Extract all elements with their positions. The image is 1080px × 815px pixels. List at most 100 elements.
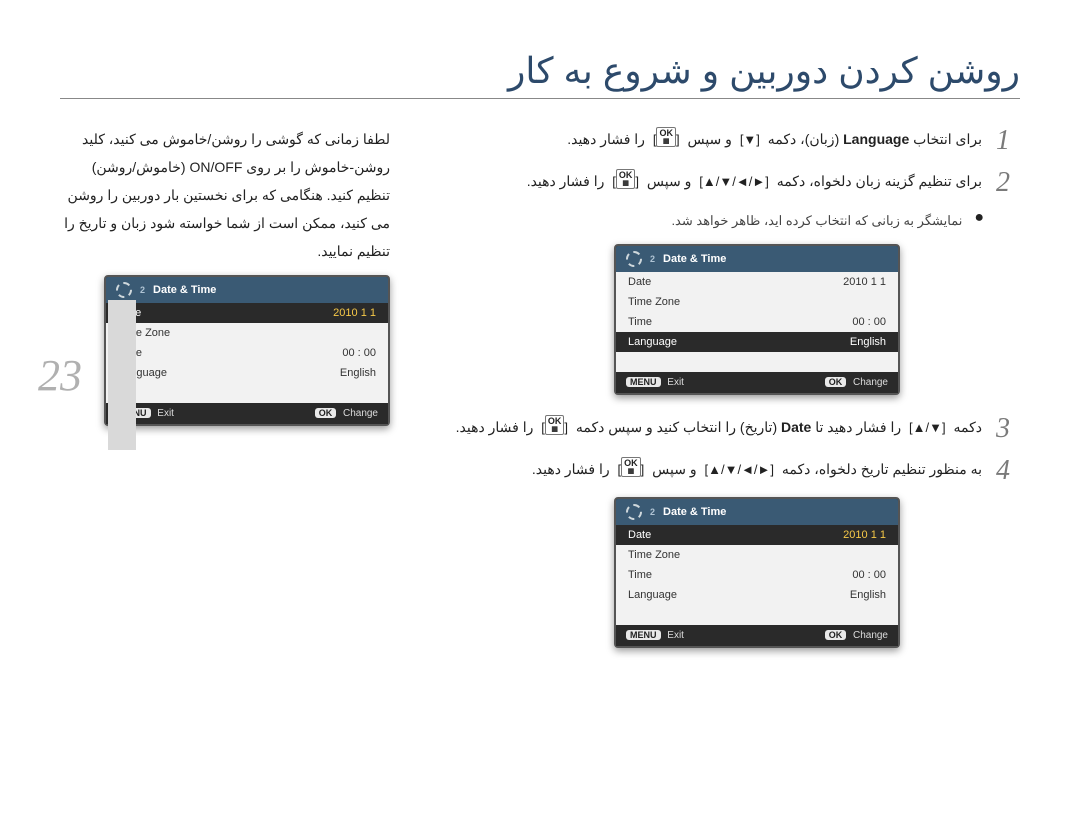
menu-row-date: Date 2010 1 1 — [616, 525, 898, 545]
step-1: 1 برای انتخاب Language (زبان)، دکمه [▼] … — [430, 125, 1020, 157]
title-rule — [60, 98, 1020, 99]
step-2-bullet: ● نمایشگر به زبانی که انتخاب کرده اید، ظ… — [430, 209, 984, 234]
menu-row-date: Date 2010 1 1 — [616, 272, 898, 292]
step-text: را فشار دهید تا — [811, 419, 901, 435]
ok-key-icon: OK▦ — [545, 415, 565, 435]
menu-value: 00 : 00 — [342, 347, 376, 359]
change-label: Change — [343, 408, 378, 419]
gear-icon — [116, 282, 132, 298]
nav-keys: [▲/▼/◄/►] — [701, 457, 779, 483]
step-text: برای تنظیم گزینه زبان دلخواه، دکمه — [773, 173, 982, 189]
step-text: (تاریخ) را انتخاب کنید و سپس دکمه — [572, 419, 777, 435]
step-text: و سپس — [648, 461, 696, 477]
step-text: (زبان)، دکمه — [764, 131, 839, 147]
gear-icon — [626, 251, 642, 267]
exit-label: Exit — [667, 377, 684, 388]
menu-label: Time Zone — [628, 549, 680, 561]
menu-value: English — [850, 589, 886, 601]
menu-row-date: Date 2010 1 1 — [106, 303, 388, 323]
bullet-dot-icon: ● — [974, 209, 984, 234]
camera-menu-footer: MENU Exit OK Change — [616, 372, 898, 393]
ok-pill: OK — [825, 630, 847, 640]
menu-row-timezone: Time Zone — [106, 323, 388, 343]
menu-row-time: Time 00 : 00 — [106, 343, 388, 363]
updown-key: [▲/▼] — [905, 415, 950, 441]
menu-pill: MENU — [626, 630, 661, 640]
menu-row-blank — [616, 352, 898, 372]
menu-row-blank — [106, 383, 388, 403]
language-word: Language — [843, 131, 909, 147]
camera-menu-1: 2 Date & Time Date 2010 1 1 Time Zone Ti… — [104, 275, 390, 426]
ok-pill: OK — [315, 408, 337, 418]
down-key: [▼] — [736, 127, 764, 153]
menu-row-language: Language English — [106, 363, 388, 383]
camera-menu-header: 2 Date & Time — [616, 246, 898, 272]
menu-label: Time — [628, 569, 652, 581]
menu-label: Time Zone — [628, 296, 680, 308]
menu-value: 2010 1 1 — [843, 529, 886, 541]
menu-pill: MENU — [626, 377, 661, 387]
step-text: و سپس — [643, 173, 691, 189]
menu-value: 2010 1 1 — [843, 276, 886, 288]
step-text: را فشار دهید. — [527, 173, 605, 189]
exit-label: Exit — [157, 408, 174, 419]
step-text: به منظور تنظیم تاریخ دلخواه، دکمه — [778, 461, 982, 477]
exit-label: Exit — [667, 630, 684, 641]
step-3: 3 دکمه [▲/▼] را فشار دهید تا Date (تاریخ… — [430, 413, 1020, 445]
menu-label: Language — [628, 336, 677, 348]
menu-label: Time — [628, 316, 652, 328]
menu-value: English — [850, 336, 886, 348]
menu-value: 00 : 00 — [852, 569, 886, 581]
menu-label: Date — [628, 529, 651, 541]
camera-menu-title: Date & Time — [153, 284, 216, 296]
menu-row-time: Time 00 : 00 — [616, 565, 898, 585]
change-label: Change — [853, 377, 888, 388]
page-title: روشن کردن دوربین و شروع به کار — [60, 50, 1020, 98]
camera-menu-2: 2 Date & Time Date 2010 1 1 Time Zone Ti… — [614, 244, 900, 395]
menu-row-blank — [616, 605, 898, 625]
gear-icon — [626, 504, 642, 520]
header-tab-index: 2 — [140, 285, 145, 295]
menu-value: 2010 1 1 — [333, 307, 376, 319]
ok-pill: OK — [825, 377, 847, 387]
menu-value: English — [340, 367, 376, 379]
change-label: Change — [853, 630, 888, 641]
page-number: 23 — [0, 350, 120, 401]
menu-value: 00 : 00 — [852, 316, 886, 328]
menu-label: Language — [628, 589, 677, 601]
menu-row-timezone: Time Zone — [616, 292, 898, 312]
bullet-text: نمایشگر به زبانی که انتخاب کرده اید، ظاه… — [430, 209, 962, 234]
camera-menu-footer: MENU Exit OK Change — [106, 403, 388, 424]
menu-row-language: Language English — [616, 585, 898, 605]
menu-row-timezone: Time Zone — [616, 545, 898, 565]
camera-menu-footer: MENU Exit OK Change — [616, 625, 898, 646]
header-tab-index: 2 — [650, 507, 655, 517]
menu-row-time: Time 00 : 00 — [616, 312, 898, 332]
camera-menu-3: 2 Date & Time Date 2010 1 1 Time Zone Ti… — [614, 497, 900, 648]
menu-row-language: Language English — [616, 332, 898, 352]
step-number: 2 — [996, 167, 1020, 199]
ok-key-icon: OK▦ — [621, 457, 641, 477]
menu-label: Date — [628, 276, 651, 288]
intro-paragraph: لطفا زمانی که گوشی را روشن/خاموش می کنید… — [60, 125, 390, 265]
date-word: Date — [781, 419, 811, 435]
step-text: دکمه — [950, 419, 982, 435]
step-text: را فشار دهید. — [532, 461, 610, 477]
step-number: 1 — [996, 125, 1020, 157]
step-text: را فشار دهید. — [456, 419, 534, 435]
header-tab-index: 2 — [650, 254, 655, 264]
step-text: و سپس — [684, 131, 732, 147]
step-2: 2 برای تنظیم گزینه زبان دلخواه، دکمه [▲/… — [430, 167, 1020, 199]
step-number: 4 — [996, 455, 1020, 487]
step-text: برای انتخاب — [909, 131, 982, 147]
camera-menu-header: 2 Date & Time — [616, 499, 898, 525]
ok-key-icon: OK▦ — [656, 127, 676, 147]
ok-key-icon: OK▦ — [616, 169, 636, 189]
camera-menu-title: Date & Time — [663, 506, 726, 518]
step-4: 4 به منظور تنظیم تاریخ دلخواه، دکمه [▲/▼… — [430, 455, 1020, 487]
step-text: را فشار دهید. — [567, 131, 645, 147]
camera-menu-title: Date & Time — [663, 253, 726, 265]
nav-keys: [▲/▼/◄/►] — [695, 169, 773, 195]
step-number: 3 — [996, 413, 1020, 445]
camera-menu-header: 2 Date & Time — [106, 277, 388, 303]
